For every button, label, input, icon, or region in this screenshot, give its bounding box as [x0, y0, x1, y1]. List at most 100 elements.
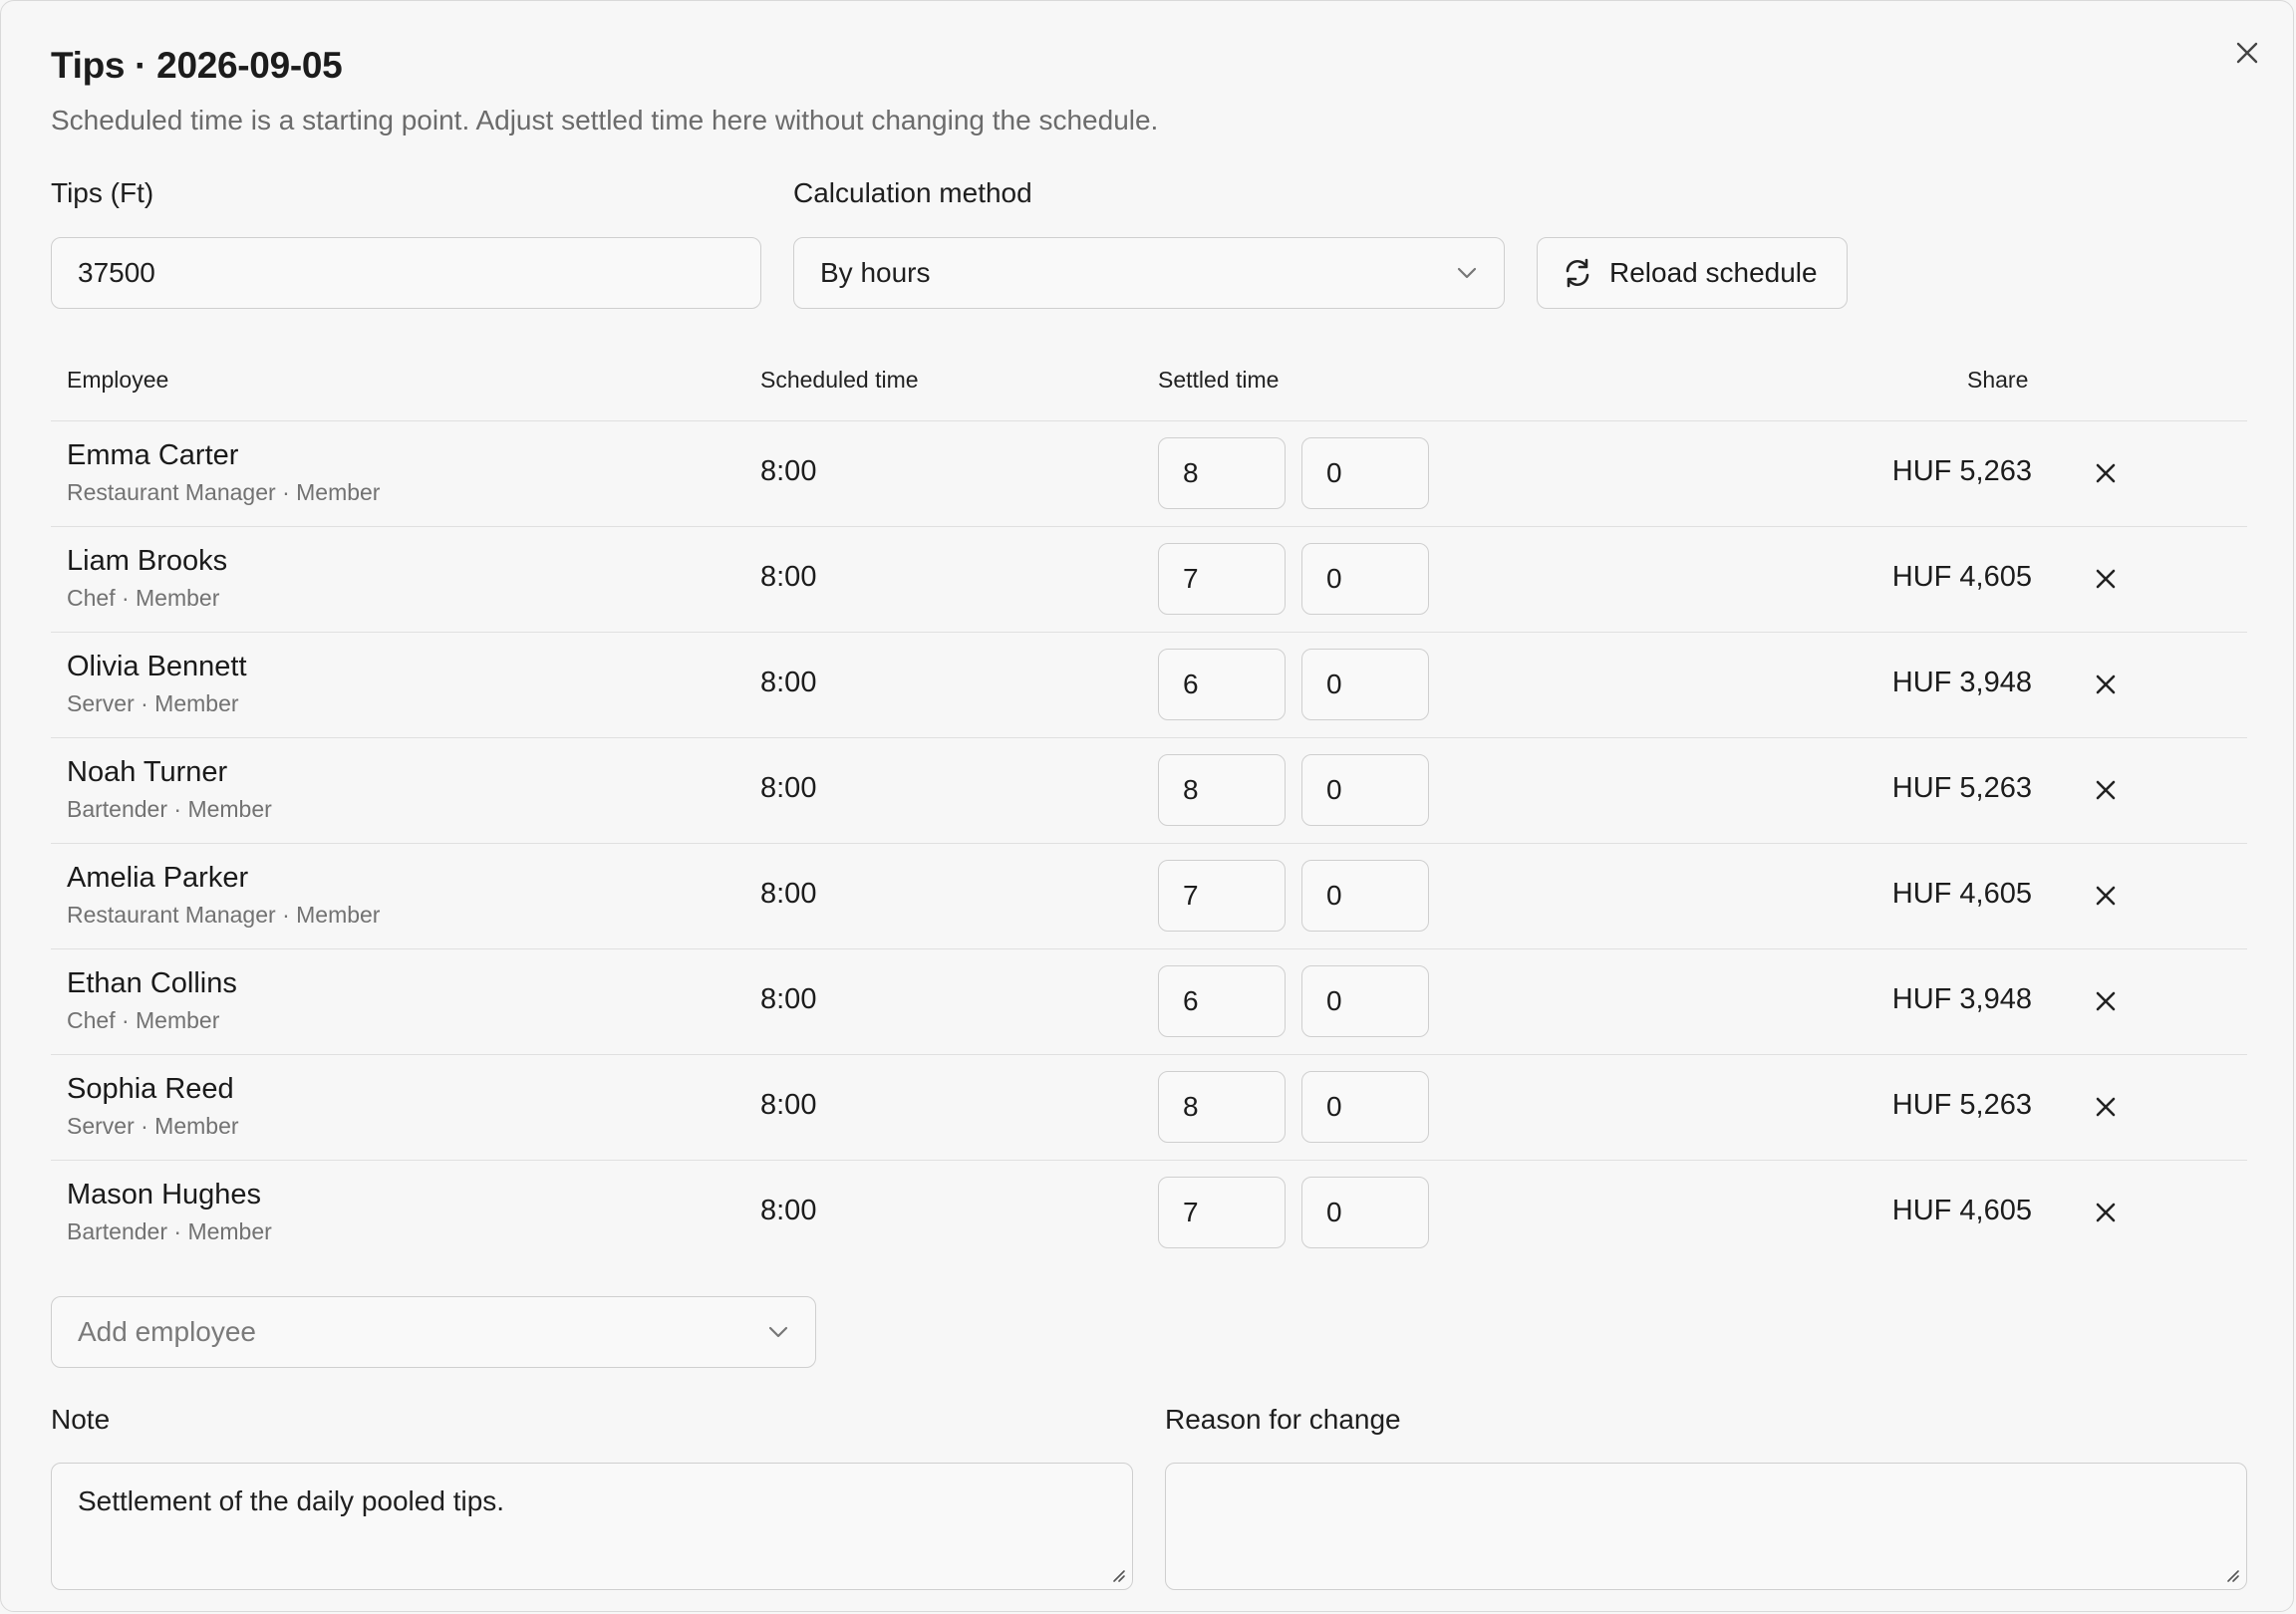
settled-hours-value: 8: [1183, 457, 1199, 488]
reload-schedule-button[interactable]: Reload schedule: [1537, 237, 1848, 309]
settled-hours-input[interactable]: 6: [1158, 965, 1286, 1037]
scheduled-time: 8:00: [760, 772, 817, 804]
refresh-icon: [1566, 258, 1589, 288]
tips-input[interactable]: 37500: [51, 237, 761, 309]
share-amount: HUF 4,605: [1891, 561, 2032, 593]
settled-hours-input[interactable]: 7: [1158, 1177, 1286, 1248]
remove-employee-button[interactable]: [2084, 1085, 2128, 1129]
share-amount: HUF 4,605: [1891, 1195, 2032, 1226]
employee-role: Bartender · Member: [67, 1218, 272, 1244]
calculation-method-select[interactable]: By hours: [793, 237, 1505, 309]
scheduled-time: 8:00: [760, 983, 817, 1015]
employee-name: Ethan Collins: [67, 967, 237, 999]
share-amount: HUF 3,948: [1891, 667, 2032, 698]
employee-role: Chef · Member: [67, 585, 220, 611]
tips-input-value: 37500: [78, 257, 155, 288]
close-icon: [2096, 463, 2116, 483]
column-header-settled-time: Settled time: [1158, 367, 1280, 393]
settled-hours-input[interactable]: 8: [1158, 437, 1286, 509]
share-amount: HUF 3,948: [1891, 983, 2032, 1015]
settled-hours-value: 7: [1183, 880, 1199, 911]
settled-hours-value: 6: [1183, 985, 1199, 1016]
settled-minutes-input[interactable]: 0: [1301, 1177, 1429, 1248]
settled-minutes-value: 0: [1326, 985, 1342, 1016]
settled-hours-input[interactable]: 6: [1158, 649, 1286, 720]
resize-handle-icon[interactable]: [1110, 1567, 1126, 1583]
employee-name: Liam Brooks: [67, 545, 228, 577]
settled-hours-value: 8: [1183, 1091, 1199, 1122]
column-header-share: Share: [1967, 367, 2029, 393]
settled-minutes-value: 0: [1326, 563, 1342, 594]
remove-employee-button[interactable]: [2084, 451, 2128, 495]
settled-hours-input[interactable]: 7: [1158, 860, 1286, 932]
employee-role: Server · Member: [67, 1113, 239, 1139]
tips-dialog: Tips · 2026-09-05 Scheduled time is a st…: [0, 0, 2294, 1612]
settled-hours-input[interactable]: 8: [1158, 1071, 1286, 1143]
share-amount: HUF 5,263: [1891, 772, 2032, 804]
settled-minutes-input[interactable]: 0: [1301, 860, 1429, 932]
settled-minutes-input[interactable]: 0: [1301, 754, 1429, 826]
resize-handle-icon[interactable]: [2224, 1567, 2240, 1583]
employee-name: Sophia Reed: [67, 1073, 234, 1105]
employee-role: Chef · Member: [67, 1007, 220, 1033]
close-icon: [2096, 780, 2116, 800]
employee-role: Server · Member: [67, 690, 239, 716]
close-button[interactable]: [2227, 33, 2267, 73]
remove-employee-button[interactable]: [2084, 979, 2128, 1023]
table-row: Ethan Collins Chef · Member 8:00 6 0 HUF…: [51, 948, 2247, 1054]
column-header-scheduled-time: Scheduled time: [760, 367, 919, 393]
settled-minutes-input[interactable]: 0: [1301, 437, 1429, 509]
remove-employee-button[interactable]: [2084, 1191, 2128, 1234]
employee-name: Mason Hughes: [67, 1179, 262, 1210]
settled-minutes-input[interactable]: 0: [1301, 1071, 1429, 1143]
employee-role: Bartender · Member: [67, 796, 272, 822]
close-icon: [2096, 1097, 2116, 1117]
table-row: Liam Brooks Chef · Member 8:00 7 0 HUF 4…: [51, 526, 2247, 632]
close-icon: [2096, 569, 2116, 589]
remove-employee-button[interactable]: [2084, 874, 2128, 918]
note-label: Note: [51, 1404, 111, 1435]
settled-hours-value: 7: [1183, 1197, 1199, 1227]
table-row: Emma Carter Restaurant Manager · Member …: [51, 420, 2247, 526]
settled-minutes-value: 0: [1326, 774, 1342, 805]
scheduled-time: 8:00: [760, 561, 817, 593]
settled-minutes-value: 0: [1326, 457, 1342, 488]
calculation-method-label: Calculation method: [793, 177, 1032, 208]
add-employee-placeholder: Add employee: [78, 1316, 257, 1347]
note-textarea[interactable]: Settlement of the daily pooled tips.: [51, 1463, 1133, 1590]
employee-role: Restaurant Manager · Member: [67, 479, 381, 505]
table-row: Sophia Reed Server · Member 8:00 8 0 HUF…: [51, 1054, 2247, 1160]
settled-minutes-value: 0: [1326, 669, 1342, 699]
close-icon: [2096, 991, 2116, 1011]
settled-minutes-value: 0: [1326, 1091, 1342, 1122]
employee-name: Emma Carter: [67, 439, 239, 471]
settled-hours-input[interactable]: 8: [1158, 754, 1286, 826]
scheduled-time: 8:00: [760, 455, 817, 487]
settled-minutes-input[interactable]: 0: [1301, 965, 1429, 1037]
settled-minutes-value: 0: [1326, 880, 1342, 911]
dialog-title: Tips · 2026-09-05: [51, 45, 343, 86]
remove-employee-button[interactable]: [2084, 768, 2128, 812]
settled-hours-value: 6: [1183, 669, 1199, 699]
close-icon: [2096, 1203, 2116, 1222]
remove-employee-button[interactable]: [2084, 663, 2128, 706]
tips-label: Tips (Ft): [51, 177, 154, 208]
settled-hours-value: 7: [1183, 563, 1199, 594]
close-icon: [2096, 886, 2116, 906]
table-row: Olivia Bennett Server · Member 8:00 6 0 …: [51, 632, 2247, 737]
scheduled-time: 8:00: [760, 1089, 817, 1121]
close-icon: [2096, 674, 2116, 694]
settled-hours-input[interactable]: 7: [1158, 543, 1286, 615]
share-amount: HUF 5,263: [1891, 455, 2032, 487]
employee-name: Olivia Bennett: [67, 651, 247, 682]
close-icon: [2236, 42, 2258, 64]
settled-minutes-input[interactable]: 0: [1301, 649, 1429, 720]
settled-minutes-input[interactable]: 0: [1301, 543, 1429, 615]
remove-employee-button[interactable]: [2084, 557, 2128, 601]
note-value: Settlement of the daily pooled tips.: [78, 1485, 505, 1516]
dialog-subtitle: Scheduled time is a starting point. Adju…: [51, 105, 1159, 135]
reason-textarea[interactable]: [1165, 1463, 2247, 1590]
reload-schedule-label: Reload schedule: [1609, 257, 1818, 288]
reason-label: Reason for change: [1165, 1404, 1401, 1435]
add-employee-select[interactable]: Add employee: [51, 1296, 816, 1368]
